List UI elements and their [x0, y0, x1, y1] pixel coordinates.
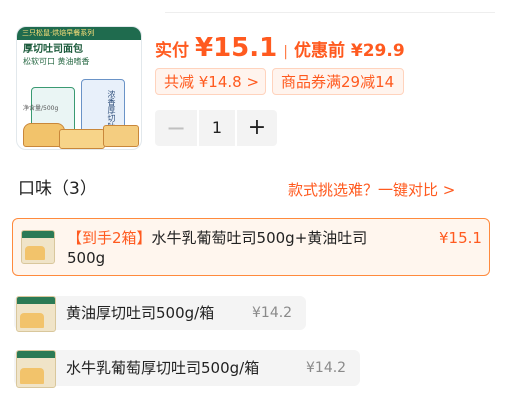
- total-discount-chip[interactable]: 共减 ¥14.8 >: [155, 68, 266, 95]
- product-image-title: 厚切吐司面包: [23, 44, 83, 55]
- decrease-button[interactable]: −: [155, 110, 197, 146]
- option-price: ¥14.2: [252, 305, 293, 321]
- coupon-chip[interactable]: 商品券满29减14: [272, 68, 404, 95]
- increase-button[interactable]: +: [237, 110, 277, 146]
- original-price: 优惠前 ¥29.9: [293, 41, 405, 61]
- quantity-stepper: − 1 +: [155, 110, 277, 146]
- flavor-section-title: 口味（3）: [18, 179, 97, 199]
- option-price: ¥14.2: [306, 360, 347, 376]
- price-row: 实付 ¥15.1 | 优惠前 ¥29.9: [155, 30, 405, 70]
- option-price: ¥15.1: [439, 229, 482, 247]
- option-name: 黄油厚切吐司500g/箱: [66, 304, 215, 322]
- product-image[interactable]: 三只松鼠·烘焙早餐系列 厚切吐司面包 松软可口 黄油嗜香 浓香厚切吐司 净含量/…: [16, 26, 142, 150]
- product-image-brand: 三只松鼠·烘焙早餐系列: [22, 29, 95, 37]
- product-image-weight: 净含量/500g: [23, 105, 59, 112]
- bread-slice-icon: [59, 129, 105, 149]
- price-separator: |: [283, 44, 288, 60]
- option-highlight: 【到手2箱】: [67, 229, 152, 247]
- flavor-option-grape[interactable]: 水牛乳葡萄厚切吐司500g/箱 ¥14.2: [14, 350, 360, 388]
- flavor-option-bundle[interactable]: 【到手2箱】水牛乳葡萄吐司500g+黄油吐司500g ¥15.1: [12, 218, 490, 276]
- quantity-value[interactable]: 1: [199, 110, 235, 146]
- product-image-subtitle: 松软可口 黄油嗜香: [23, 57, 90, 66]
- option-thumbnail: [16, 350, 56, 388]
- actual-price-label: 实付: [155, 41, 189, 61]
- flavor-option-butter[interactable]: 黄油厚切吐司500g/箱 ¥14.2: [14, 296, 306, 332]
- option-thumbnail: [21, 230, 55, 264]
- bread-slice-icon: [103, 125, 139, 147]
- option-label: 【到手2箱】水牛乳葡萄吐司500g+黄油吐司500g: [67, 228, 387, 268]
- product-image-banner: 三只松鼠·烘焙早餐系列: [17, 27, 141, 40]
- compare-styles-link[interactable]: 款式挑选难？一键对比 >: [288, 178, 455, 202]
- option-name: 水牛乳葡萄厚切吐司500g/箱: [66, 359, 260, 377]
- top-divider: [165, 12, 495, 13]
- actual-price-value: ¥15.1: [195, 33, 278, 63]
- option-thumbnail: [16, 296, 56, 332]
